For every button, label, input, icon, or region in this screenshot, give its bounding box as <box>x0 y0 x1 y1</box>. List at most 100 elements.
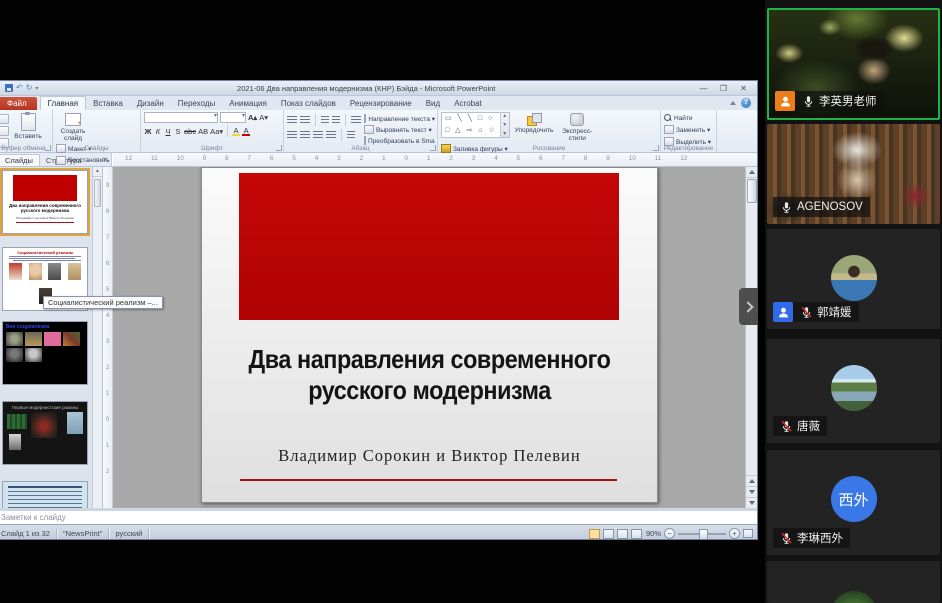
slide-canvas[interactable]: Два направления современного русского мо… <box>201 167 658 503</box>
text-shadow-button[interactable]: S <box>174 127 182 136</box>
line-spacing-icon[interactable] <box>351 116 361 124</box>
font-size-combo[interactable] <box>220 112 246 123</box>
align-text-button[interactable]: Выровнять текст ▾ <box>364 125 435 134</box>
replace-icon <box>664 125 674 134</box>
align-left-icon[interactable] <box>287 131 297 139</box>
participant-tile-5[interactable]: 西外 李琳西外 <box>767 450 940 555</box>
shrink-font-button[interactable]: А▾ <box>259 113 268 122</box>
save-icon[interactable] <box>5 84 13 92</box>
shapes-gallery[interactable]: ▭ ╲ ╲ □ ○ □ △ ⇨ ⌂ ☆ ▲▼▼ <box>441 112 510 138</box>
align-center-icon[interactable] <box>300 131 310 139</box>
cut-icon[interactable] <box>0 114 9 124</box>
dialog-launcher-icon[interactable] <box>45 145 51 151</box>
copy-icon[interactable] <box>0 126 9 136</box>
tab-insert[interactable]: Вставка <box>86 97 130 110</box>
new-slide-button[interactable]: Создать слайд <box>56 112 90 142</box>
tab-slideshow[interactable]: Показ слайдов <box>274 97 343 110</box>
italic-button[interactable]: К <box>154 127 162 136</box>
pane-scrollbar[interactable]: ▲ <box>92 167 102 508</box>
minimize-ribbon-icon[interactable] <box>730 101 736 105</box>
bold-button[interactable]: Ж <box>144 127 152 136</box>
numbering-icon[interactable] <box>300 116 310 124</box>
participant-tile-3[interactable]: 郭靖媛 <box>767 229 940 329</box>
quick-styles-button[interactable]: Экспресс-стили <box>555 112 599 142</box>
participant-tile-1[interactable]: 李英男老师 <box>767 8 940 120</box>
slide-thumbnail-5[interactable] <box>2 481 88 508</box>
shapes-scroll[interactable]: ▲▼▼ <box>500 113 509 137</box>
tab-transitions[interactable]: Переходы <box>171 97 223 110</box>
participant-tile-2[interactable]: AGENOSOV <box>767 124 940 224</box>
tab-home[interactable]: Главная <box>40 96 86 110</box>
align-right-icon[interactable] <box>313 131 323 139</box>
tab-design[interactable]: Дизайн <box>130 97 171 110</box>
participant-tile-6[interactable] <box>767 561 940 603</box>
editor-scrollbar[interactable] <box>745 167 757 508</box>
text-direction-button[interactable]: Направление текста ▾ <box>364 114 435 123</box>
restore-button[interactable]: ❐ <box>714 83 733 94</box>
underline-button[interactable]: Ч <box>164 127 172 136</box>
find-icon <box>664 114 672 122</box>
paste-button[interactable]: Вставить <box>14 112 42 142</box>
replace-button[interactable]: Заменить ▾ <box>664 125 711 134</box>
zoom-level[interactable]: 90% <box>645 529 661 538</box>
ribbon: Вставить Буфер обмена Создать слайд Маке… <box>0 110 757 153</box>
font-color-button[interactable]: А <box>242 126 250 136</box>
tab-view[interactable]: Вид <box>419 97 447 110</box>
titlebar[interactable]: ↶ ↻ ▾ 2021-06 Два направления модернизма… <box>0 81 757 96</box>
dialog-launcher-icon[interactable] <box>653 145 659 151</box>
sidebar-toggle-button[interactable] <box>739 288 758 325</box>
zoom-slider[interactable] <box>678 533 726 535</box>
help-button[interactable]: ? <box>741 98 751 108</box>
participant-tile-4[interactable]: 唐薇 <box>767 339 940 443</box>
dialog-launcher-icon[interactable] <box>276 145 282 151</box>
dialog-launcher-icon[interactable] <box>430 145 436 151</box>
reset-button[interactable]: Восстановить <box>56 156 110 165</box>
grow-font-button[interactable]: А▴ <box>248 113 257 122</box>
pane-scroll-thumb[interactable] <box>94 179 101 207</box>
scroll-up-icon[interactable] <box>746 167 757 178</box>
indent-right-icon[interactable] <box>332 116 340 124</box>
slide-thumbnail-3[interactable]: Вне соцреализма <box>2 321 88 385</box>
convert-smartart-button[interactable]: Преобразовать в SmartArt ▾ <box>364 136 435 145</box>
scroll-down-icon[interactable] <box>746 497 757 508</box>
slide-thumbnail-4[interactable]: Первые модернистские романы <box>2 401 88 465</box>
bullets-icon[interactable] <box>287 116 297 124</box>
slide-editor[interactable]: Два направления современного русского мо… <box>113 167 745 508</box>
redo-icon[interactable]: ↻ <box>26 84 33 92</box>
find-button[interactable]: Найти <box>664 114 711 122</box>
zoom-out-button[interactable]: − <box>664 528 675 539</box>
indent-left-icon[interactable] <box>321 116 329 124</box>
fit-to-window-button[interactable] <box>743 529 753 538</box>
slide-sorter-view-button[interactable] <box>603 529 614 539</box>
columns-icon[interactable] <box>347 131 355 139</box>
pane-tab-slides[interactable]: Слайды <box>0 154 40 166</box>
theme-name[interactable]: "NewsPrint" <box>57 529 109 538</box>
next-slide-button[interactable] <box>746 486 757 497</box>
normal-view-button[interactable] <box>589 529 600 539</box>
reading-view-button[interactable] <box>617 529 628 539</box>
font-name-combo[interactable] <box>144 112 218 123</box>
zoom-slider-thumb[interactable] <box>699 529 708 541</box>
group-label-slides: Слайды <box>53 145 140 152</box>
slideshow-view-button[interactable] <box>631 529 642 539</box>
scroll-thumb[interactable] <box>747 179 757 203</box>
tab-file[interactable]: Файл <box>0 97 37 110</box>
language-indicator[interactable]: русский <box>109 529 148 538</box>
pane-scroll-up-icon[interactable]: ▲ <box>93 167 102 177</box>
undo-icon[interactable]: ↶ <box>16 84 23 92</box>
notes-area[interactable]: Заметки к слайду <box>0 508 757 524</box>
previous-slide-button[interactable] <box>746 475 757 486</box>
slide-thumbnail-1[interactable]: Два направления современного русского мо… <box>2 170 88 234</box>
tab-review[interactable]: Рецензирование <box>343 97 419 110</box>
tab-acrobat[interactable]: Acrobat <box>447 97 489 110</box>
char-spacing-button[interactable]: АВ <box>198 127 208 136</box>
minimize-button[interactable]: — <box>694 83 713 94</box>
highlight-color-button[interactable]: А <box>232 126 240 136</box>
zoom-in-button[interactable]: + <box>729 528 740 539</box>
tab-animations[interactable]: Анимация <box>222 97 274 110</box>
change-case-button[interactable]: Аа▾ <box>210 127 223 136</box>
strikethrough-button[interactable]: abc <box>184 127 196 136</box>
justify-icon[interactable] <box>326 131 336 139</box>
close-button[interactable]: ✕ <box>734 83 753 94</box>
arrange-button[interactable]: Упорядочить <box>515 112 553 142</box>
